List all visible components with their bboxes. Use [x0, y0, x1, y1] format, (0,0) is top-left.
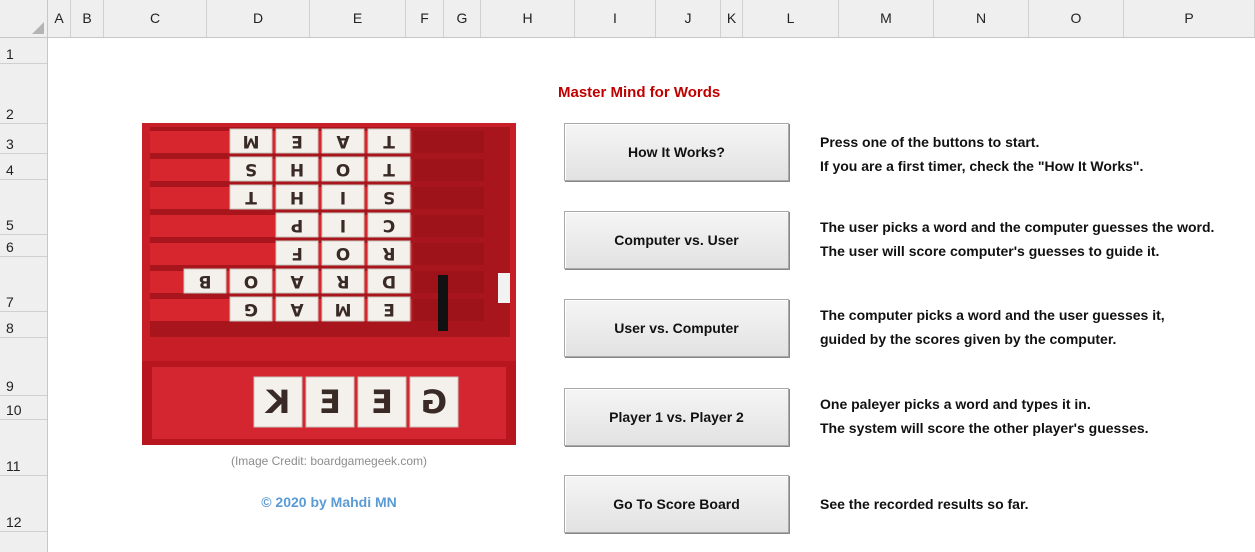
score-peg-row	[414, 271, 484, 293]
tile-letter: S	[245, 159, 257, 179]
tile-letter: S	[383, 187, 395, 207]
desc-line: Press one of the buttons to start.	[820, 134, 1040, 150]
column-header-e[interactable]: E	[310, 0, 406, 37]
score-peg-row	[414, 159, 484, 181]
tile-letter: D	[382, 271, 396, 291]
column-headers: ABCDEFGHIJKLMNOP	[48, 0, 1255, 38]
row-header-7[interactable]: 7	[0, 257, 47, 312]
row-headers: 1 2 3 4 5 6 7 8 9 10 11 12	[0, 38, 48, 552]
game-board-image: MEATSHOTTHISPICFORBOARDGAMEGEEK	[142, 123, 516, 445]
row-header-10[interactable]: 10	[0, 396, 47, 420]
user-vs-computer-button[interactable]: User vs. Computer	[564, 299, 789, 357]
score-peg-row	[414, 299, 484, 321]
computer-vs-user-button[interactable]: Computer vs. User	[564, 211, 789, 269]
tile-letter: T	[383, 131, 395, 151]
score-board-button[interactable]: Go To Score Board	[564, 475, 789, 533]
tile-letter: I	[340, 215, 346, 235]
score-peg-row	[414, 187, 484, 209]
tile-letter: C	[383, 215, 395, 235]
desc-line: The computer picks a word and the user g…	[820, 307, 1165, 323]
tile-letter: G	[244, 299, 258, 319]
tile-letter: O	[244, 271, 258, 291]
tile-letter: R	[382, 243, 395, 263]
column-header-l[interactable]: L	[743, 0, 839, 37]
tile-letter: B	[199, 271, 212, 291]
select-all-corner[interactable]	[0, 0, 48, 38]
tile-letter: A	[290, 299, 304, 319]
desc-line: The system will score the other player's…	[820, 420, 1149, 436]
tile-letter: A	[336, 131, 350, 151]
bottom-tile-letter: K	[264, 383, 290, 421]
desc-line: The user picks a word and the computer g…	[820, 219, 1215, 235]
tile-letter: P	[291, 215, 303, 235]
tile-letter: O	[336, 159, 350, 179]
bottom-tile-letter: E	[319, 383, 341, 421]
page-title: Master Mind for Words	[558, 84, 721, 101]
score-peg-row	[414, 215, 484, 237]
row-header-12[interactable]: 12	[0, 476, 47, 532]
worksheet: Master Mind for Words MEATSHOTTHISPICFOR…	[48, 38, 1255, 552]
desc-line: guided by the scores given by the comput…	[820, 331, 1117, 347]
desc-line: See the recorded results so far.	[820, 496, 1029, 512]
tile-letter: A	[290, 271, 304, 291]
tile-letter: E	[291, 131, 303, 151]
column-header-j[interactable]: J	[656, 0, 721, 37]
column-header-p[interactable]: P	[1124, 0, 1255, 37]
column-header-a[interactable]: A	[48, 0, 71, 37]
player-vs-player-button[interactable]: Player 1 vs. Player 2	[564, 388, 789, 446]
tile-letter: H	[290, 187, 304, 207]
tile-letter: M	[335, 299, 352, 319]
tile-letter: I	[340, 187, 346, 207]
column-header-n[interactable]: N	[934, 0, 1029, 37]
player-vs-player-description: One paleyer picks a word and types it in…	[820, 392, 1149, 440]
desc-line: The user will score computer's guesses t…	[820, 243, 1160, 259]
column-header-d[interactable]: D	[207, 0, 310, 37]
row-header-1[interactable]: 1	[0, 38, 47, 64]
row-header-3[interactable]: 3	[0, 124, 47, 154]
tile-letter: H	[290, 159, 304, 179]
tile-letter: R	[336, 271, 349, 291]
column-header-c[interactable]: C	[104, 0, 207, 37]
tile-letter: T	[383, 159, 395, 179]
tile-letter: E	[383, 299, 395, 319]
tile-letter: M	[243, 131, 260, 151]
desc-line: If you are a first timer, check the "How…	[820, 158, 1144, 174]
column-header-i[interactable]: I	[575, 0, 656, 37]
bottom-tile-letter: E	[371, 383, 393, 421]
row-header-11[interactable]: 11	[0, 420, 47, 476]
copyright-text: © 2020 by Mahdi MN	[261, 494, 397, 510]
score-board-description: See the recorded results so far.	[820, 492, 1029, 516]
bottom-tile-letter: G	[421, 383, 447, 421]
column-header-m[interactable]: M	[839, 0, 934, 37]
how-it-works-button[interactable]: How It Works?	[564, 123, 789, 181]
user-vs-computer-description: The computer picks a word and the user g…	[820, 303, 1165, 351]
board-photo-graphic: M E A TS H O TT H I SP I CF O RB O A R DG A M EGEEK	[142, 123, 516, 445]
tile-letter: T	[245, 187, 257, 207]
row-header-9[interactable]: 9	[0, 338, 47, 396]
tile-letter: O	[336, 243, 350, 263]
row-header-2[interactable]: 2	[0, 64, 47, 124]
tile-letter: F	[291, 243, 303, 263]
white-peg	[498, 273, 510, 303]
column-header-k[interactable]: K	[721, 0, 743, 37]
row-header-4[interactable]: 4	[0, 154, 47, 180]
column-header-g[interactable]: G	[444, 0, 481, 37]
column-header-h[interactable]: H	[481, 0, 575, 37]
row-header-6[interactable]: 6	[0, 235, 47, 257]
score-peg-row	[414, 131, 484, 153]
image-credit: (Image Credit: boardgamegeek.com)	[230, 454, 428, 468]
column-header-o[interactable]: O	[1029, 0, 1124, 37]
computer-vs-user-description: The user picks a word and the computer g…	[820, 215, 1214, 263]
how-it-works-description: Press one of the buttons to start. If yo…	[820, 130, 1143, 178]
row-header-8[interactable]: 8	[0, 312, 47, 338]
divider-peg	[438, 275, 448, 331]
select-all-triangle-icon	[32, 22, 44, 34]
desc-line: One paleyer picks a word and types it in…	[820, 396, 1091, 412]
row-header-5[interactable]: 5	[0, 180, 47, 235]
score-peg-row	[414, 243, 484, 265]
column-header-b[interactable]: B	[71, 0, 104, 37]
column-header-f[interactable]: F	[406, 0, 444, 37]
